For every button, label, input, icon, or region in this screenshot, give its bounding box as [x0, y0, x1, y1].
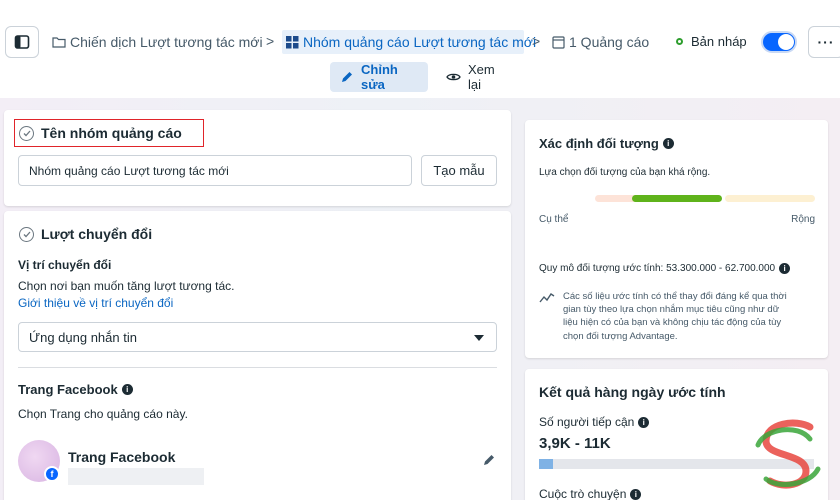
tab-edit-label: Chỉnh sửa	[361, 62, 398, 92]
toggle-sidebar-button[interactable]	[5, 26, 39, 58]
meter-broad-label: Rộng	[791, 214, 815, 225]
grid-icon	[286, 35, 299, 49]
conversion-location-selected: Ứng dụng nhắn tin	[29, 329, 137, 345]
chevron-right-icon: >	[532, 33, 541, 49]
reach-label: Số người tiếp cận	[539, 415, 635, 429]
ad-icon	[552, 35, 565, 49]
facebook-page-heading: Trang Facebook i	[18, 382, 133, 397]
status-label: Bản nháp	[691, 34, 747, 49]
adset-name-title: Tên nhóm quảng cáo	[41, 125, 182, 141]
check-circle-icon	[19, 125, 34, 141]
folder-icon	[52, 36, 66, 48]
status-dot-icon	[676, 38, 683, 45]
audience-size: Quy mô đối tượng ước tính: 53.300.000 - …	[539, 263, 776, 274]
watermark-logo	[750, 415, 830, 500]
sidebar-panel-icon	[14, 35, 30, 49]
more-options-button[interactable]: ···	[808, 26, 840, 58]
audience-desc: Lựa chọn đối tượng của bạn khá rộng.	[539, 167, 711, 178]
chevron-right-icon: >	[266, 33, 275, 49]
facebook-page-name: Trang Facebook	[68, 449, 176, 465]
daily-results-title: Kết quả hàng ngày ước tính	[539, 384, 726, 400]
facebook-page-desc: Chọn Trang cho quảng cáo này.	[18, 407, 188, 421]
breadcrumb-ads[interactable]: 1 Quảng cáo	[552, 30, 649, 54]
conversion-heading: Lượt chuyển đổi	[19, 226, 152, 242]
adset-name-value: Nhóm quảng cáo Lượt tương tác mới	[29, 163, 229, 178]
edit-pencil-icon[interactable]	[482, 453, 496, 472]
adset-name-input[interactable]: Nhóm quảng cáo Lượt tương tác mới	[18, 155, 412, 186]
facebook-page-title: Trang Facebook	[18, 382, 118, 397]
breadcrumb-adset-label: Nhóm quảng cáo Lượt tương tác mới	[303, 34, 537, 50]
conversations-row: Cuộc trò chuyện i	[539, 487, 642, 500]
check-circle-icon	[19, 226, 34, 242]
create-template-button[interactable]: Tạo mẫu	[421, 155, 497, 186]
conversion-location-select[interactable]: Ứng dụng nhắn tin	[18, 322, 497, 352]
audience-note-line: chọn đối tượng Advantage.	[563, 330, 678, 342]
conversion-card: Lượt chuyển đổi Vị trí chuyển đổi Chọn n…	[4, 211, 511, 500]
tab-review[interactable]: Xem lại	[436, 62, 516, 92]
meter-fit-segment	[632, 195, 722, 202]
top-bar: Chiến dịch Lượt tương tác mới > Nhóm quả…	[0, 0, 840, 98]
tab-review-label: Xem lại	[468, 62, 495, 92]
caret-down-icon	[474, 335, 484, 341]
adset-name-card: Tên nhóm quảng cáo Nhóm quảng cáo Lượt t…	[4, 110, 511, 206]
reach-row: Số người tiếp cận i	[539, 415, 650, 429]
info-icon[interactable]: i	[630, 488, 642, 500]
publish-toggle[interactable]	[761, 31, 797, 53]
page-subtitle-placeholder	[68, 468, 204, 485]
audience-note-line: liệu hiện có của bạn và không chịu tác đ…	[563, 317, 782, 329]
info-icon[interactable]: i	[779, 263, 791, 274]
info-icon[interactable]: i	[662, 138, 674, 149]
meter-broad-segment	[725, 195, 815, 202]
breadcrumb-campaign-label: Chiến dịch Lượt tương tác mới	[70, 34, 263, 50]
breadcrumb-campaign[interactable]: Chiến dịch Lượt tương tác mới	[52, 30, 263, 54]
pencil-icon	[340, 70, 354, 84]
audience-definition-card: Xác định đối tượng i Lựa chọn đối tượng …	[525, 120, 828, 358]
create-template-label: Tạo mẫu	[433, 163, 485, 178]
adset-name-heading: Tên nhóm quảng cáo	[19, 125, 182, 141]
conversion-location-desc: Chọn nơi bạn muốn tăng lượt tương tác.	[18, 279, 235, 293]
audience-heading: Xác định đối tượng i	[539, 136, 674, 151]
reach-progress-fill	[539, 459, 553, 469]
eye-icon	[446, 72, 461, 82]
audience-note: Các số liệu ước tính có thể thay đổi đán…	[563, 290, 787, 343]
conversations-label: Cuộc trò chuyện	[539, 487, 627, 500]
draft-status: Bản nháp	[676, 34, 747, 49]
divider	[18, 367, 497, 368]
more-icon: ···	[817, 34, 835, 50]
conversion-title: Lượt chuyển đổi	[41, 226, 153, 242]
audience-title: Xác định đối tượng	[539, 136, 659, 151]
trend-icon	[539, 290, 555, 308]
audience-size-row: Quy mô đối tượng ước tính: 53.300.000 - …	[539, 263, 791, 274]
audience-note-line: Các số liệu ước tính có thể thay đổi đán…	[563, 291, 787, 302]
tab-edit[interactable]: Chỉnh sửa	[330, 62, 428, 92]
facebook-icon: f	[44, 466, 60, 482]
info-icon[interactable]: i	[638, 416, 650, 428]
conversion-location-label: Vị trí chuyển đổi	[18, 258, 112, 272]
breadcrumb-ads-label: 1 Quảng cáo	[569, 34, 650, 50]
breadcrumb-adset[interactable]: Nhóm quảng cáo Lượt tương tác mới	[282, 30, 536, 54]
conversion-location-link[interactable]: Giới thiệu về vị trí chuyển đổi	[18, 296, 173, 310]
meter-specific-label: Cụ thể	[539, 214, 569, 225]
audience-note-line: gian tùy theo lựa chọn nhắm mục tiêu cũn…	[563, 304, 780, 316]
reach-value: 3,9K - 11K	[539, 435, 611, 452]
info-icon[interactable]: i	[121, 384, 133, 395]
